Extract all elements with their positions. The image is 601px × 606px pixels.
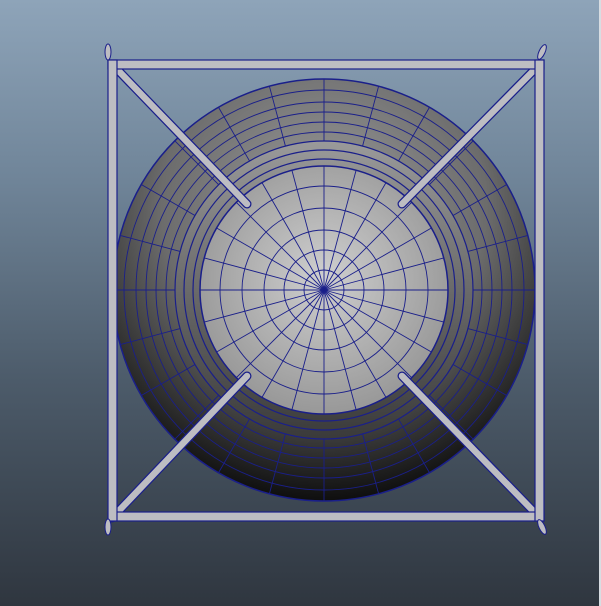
3d-viewport[interactable] xyxy=(0,0,601,606)
cylinder-body[interactable] xyxy=(112,78,536,502)
scene-canvas[interactable] xyxy=(0,0,601,606)
